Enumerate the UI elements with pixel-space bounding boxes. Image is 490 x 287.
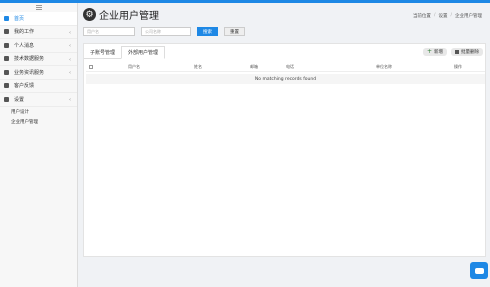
column-header: 操作: [454, 63, 462, 69]
sidebar-item-home[interactable]: 首页: [0, 12, 77, 26]
batch-delete-button[interactable]: 批量删除: [451, 48, 483, 56]
chat-button[interactable]: [470, 262, 488, 279]
comments-icon: [4, 83, 9, 89]
sidebar: 首页 我的工作 ‹ 个人消息 ‹ 技术数据服务 ‹ 业务资讯服务 ‹ 客户反馈 …: [0, 3, 78, 287]
trash-icon: [455, 50, 459, 54]
add-button[interactable]: + 新增: [422, 48, 447, 56]
breadcrumb: 当前位置 / 设置 / 企业用户管理: [413, 13, 482, 19]
sidebar-item-label: 我的工作: [14, 29, 35, 36]
gear-icon: ⚙: [83, 8, 96, 21]
sidebar-item-business-info[interactable]: 业务资讯服务 ‹: [0, 66, 77, 80]
batch-delete-label: 批量删除: [461, 50, 479, 55]
chat-icon: [474, 267, 484, 274]
add-button-label: 新增: [434, 50, 443, 55]
username-input[interactable]: 用户名: [83, 27, 135, 36]
sidebar-item-tech-data[interactable]: 技术数据服务 ‹: [0, 53, 77, 66]
page-title-text: 企业用户管理: [99, 11, 159, 22]
search-row: 用户名 公司名称 搜索 重置: [83, 27, 245, 36]
sidebar-item-settings[interactable]: 设置 ‹: [0, 93, 77, 107]
column-header[interactable]: 姓名: [194, 64, 202, 70]
sidebar-item-label: 首页: [14, 15, 25, 22]
column-header[interactable]: 邮箱: [250, 64, 258, 70]
tab-sub-accounts[interactable]: 子账号管理: [84, 46, 122, 59]
tab-bar: 子账号管理 外部用户管理: [84, 46, 166, 59]
envelope-icon: [4, 42, 9, 48]
empty-table-message: No matching records found: [86, 74, 485, 84]
sidebar-item-feedback[interactable]: 客户反馈: [0, 80, 77, 93]
menu-icon: [35, 5, 42, 10]
sidebar-item-messages[interactable]: 个人消息 ‹: [0, 39, 77, 53]
chevron-down-icon: ‹: [69, 97, 71, 103]
sidebar-toggle[interactable]: [0, 3, 77, 12]
select-all-checkbox[interactable]: [89, 64, 93, 69]
car-icon: [4, 69, 9, 75]
page-title: ⚙ 企业用户管理: [83, 7, 159, 22]
table-header: 用户名 姓名 邮箱 电话 单位名称 操作: [86, 62, 485, 72]
sidebar-item-label: 技术数据服务: [14, 56, 45, 63]
breadcrumb-home: 当前位置: [412, 14, 431, 19]
tab-external-users[interactable]: 外部用户管理: [121, 46, 166, 59]
sidebar-item-label: 业务资讯服务: [14, 69, 45, 76]
sidebar-item-label: 个人消息: [14, 42, 35, 49]
breadcrumb-settings[interactable]: 设置: [438, 13, 447, 19]
sidebar-item-label: 客户反馈: [14, 83, 35, 90]
gears-icon: [4, 56, 9, 62]
breadcrumb-current: 企业用户管理: [455, 14, 482, 19]
breadcrumb-separator: /: [433, 13, 436, 18]
chevron-left-icon: ‹: [69, 43, 71, 49]
table-actions: + 新增 批量删除: [422, 48, 483, 56]
sidebar-subitem-enterprise-users[interactable]: 企业用户管理: [0, 117, 77, 127]
users-panel: 子账号管理 外部用户管理 + 新增 批量删除 用户名 姓名 邮箱 电话 单位名称…: [83, 43, 486, 257]
search-button[interactable]: 搜索: [197, 27, 218, 36]
main-content: ⚙ 企业用户管理 当前位置 / 设置 / 企业用户管理 用户名 公司名称 搜索 …: [79, 3, 490, 287]
column-header[interactable]: 用户名: [128, 64, 140, 70]
sidebar-item-label: 设置: [14, 96, 25, 103]
sidebar-subitem-user-design[interactable]: 用户设计: [0, 107, 77, 117]
home-icon: [4, 15, 9, 21]
briefcase-icon: [4, 29, 9, 35]
column-header[interactable]: 单位名称: [376, 64, 392, 70]
chevron-left-icon: ‹: [69, 29, 71, 36]
column-header[interactable]: 电话: [286, 64, 294, 70]
breadcrumb-separator: /: [450, 13, 452, 18]
reset-button[interactable]: 重置: [224, 27, 245, 36]
chevron-left-icon: ‹: [69, 56, 71, 63]
sidebar-item-my-work[interactable]: 我的工作 ‹: [0, 26, 77, 39]
company-input[interactable]: 公司名称: [141, 27, 191, 36]
plus-icon: +: [426, 48, 432, 55]
gear-icon: [4, 96, 9, 102]
chevron-left-icon: ‹: [69, 70, 71, 76]
